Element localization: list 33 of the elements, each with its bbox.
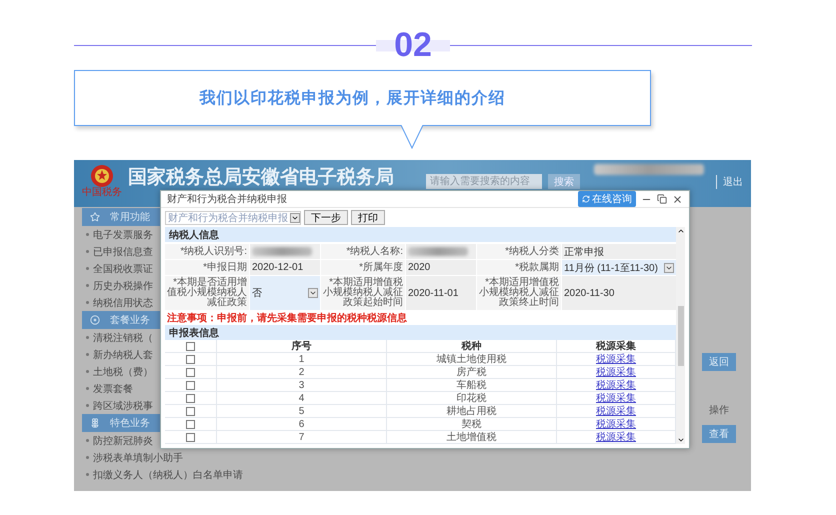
table-cell: 土地增值税 [387,431,557,444]
field-label: *税款属期 [477,260,561,275]
table-cell: 2 [217,366,387,379]
section-title: 申报表信息 [165,325,676,340]
table-cell: 房产税 [387,366,557,379]
table-cell: 7 [217,431,387,444]
table-cell: 5 [217,405,387,418]
table-cell: 6 [217,418,387,431]
logo-caption: 中国税务 [82,188,122,198]
table-cell: 4 [217,392,387,405]
dialog-title: 财产和行为税合并纳税申报 [167,192,288,206]
column-header: 操作 [709,404,729,417]
column-header: 序号 [217,340,387,353]
column-header: 税源采集 [557,340,676,353]
field-label: *本期适用增值税小规模纳税人减征政策终止时间 [477,276,561,310]
table-cell: 契税 [387,418,557,431]
portal-title: 国家税务总局安徽省电子税务局 [128,167,395,189]
field-label: *本期适用增值税小规模纳税人减征政策起始时间 [321,276,405,310]
field-label: *所属年度 [321,260,405,275]
field-label: *纳税人分类 [477,244,561,259]
table-cell: 1 [217,353,387,366]
field-label: *纳税人识别号: [165,244,249,259]
column-header: 税种 [387,340,557,353]
field-label: *本期是否适用增值税小规模纳税人减征政策 [165,276,249,310]
table-cell: 城镇土地使用税 [387,353,557,366]
table-cell: 印花税 [387,392,557,405]
field-label: *申报日期 [165,260,249,275]
callout-text: 我们以印花税申报为例，展开详细的介绍 [200,88,506,108]
table-cell: 3 [217,379,387,392]
table-cell: 车船税 [387,379,557,392]
table-cell: 耕地占用税 [387,405,557,418]
field-label: *纳税人名称: [321,244,405,259]
section-title: 纳税人信息 [165,227,676,242]
